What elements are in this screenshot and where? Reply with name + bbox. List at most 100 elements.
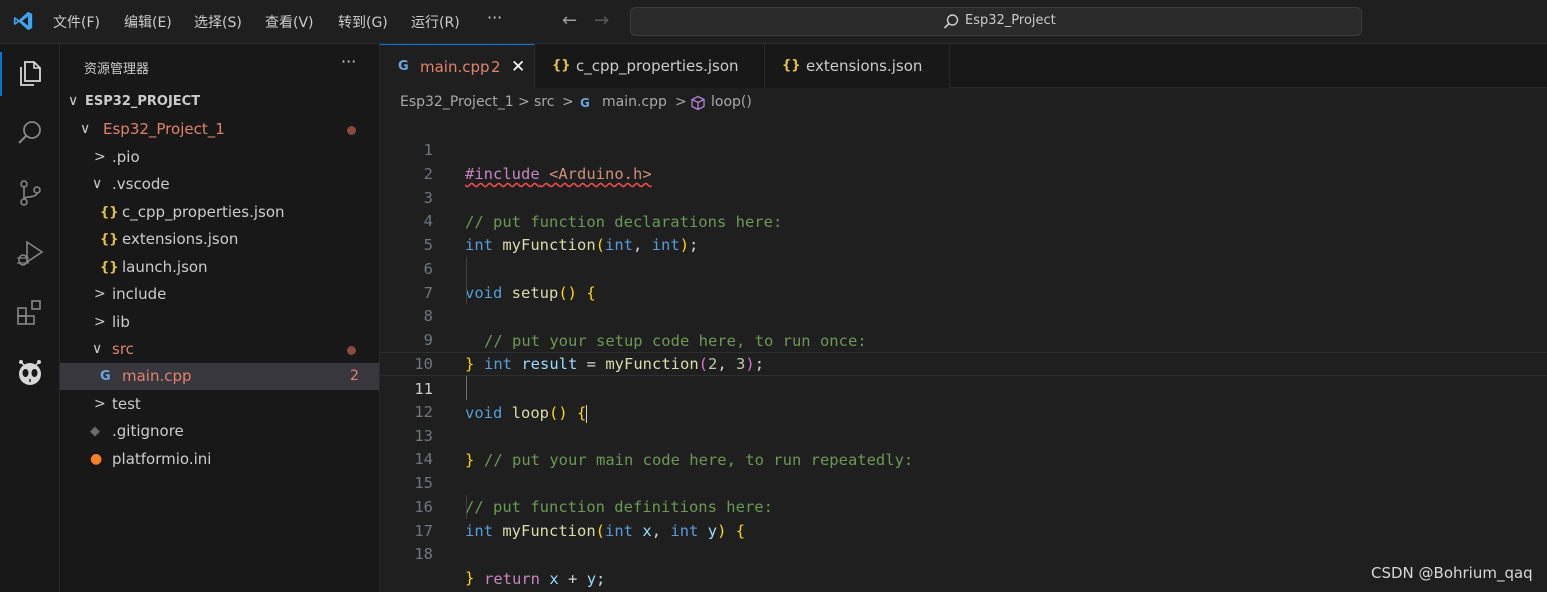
explorer-sidebar: 资源管理器 ··· ∨ ESP32_PROJECT ∨ Esp32_Projec… bbox=[60, 44, 380, 592]
line-number: 18 bbox=[414, 545, 433, 563]
sidebar-title: 资源管理器 bbox=[84, 62, 150, 77]
code-line-current: 11 void loop() { bbox=[380, 352, 1547, 423]
indent-guide bbox=[466, 495, 467, 519]
tree-item-lib[interactable]: > lib bbox=[60, 309, 379, 336]
cpp-file-icon: G bbox=[100, 369, 111, 384]
breadcrumb-item[interactable]: src bbox=[534, 94, 554, 110]
cpp-file-icon: G bbox=[580, 96, 590, 110]
breadcrumb-separator: > bbox=[562, 94, 574, 110]
tree-item-label: src bbox=[112, 340, 134, 358]
platformio-icon[interactable] bbox=[15, 358, 45, 388]
search-icon[interactable] bbox=[15, 118, 45, 148]
chevron-down-icon: ∨ bbox=[80, 121, 91, 137]
tab-main-cpp[interactable]: G main.cpp 2 ✕ bbox=[380, 44, 535, 88]
sidebar-more-button[interactable]: ··· bbox=[341, 52, 356, 71]
tree-item-label: platformio.ini bbox=[112, 450, 212, 468]
platformio-file-icon: ● bbox=[90, 451, 103, 467]
tab-label: main.cpp bbox=[420, 58, 490, 76]
explorer-icon[interactable] bbox=[15, 58, 45, 88]
editor-tab-bar: G main.cpp 2 ✕ {} c_cpp_properties.json … bbox=[380, 44, 1547, 88]
indent-guide bbox=[466, 376, 467, 400]
modified-dot bbox=[347, 126, 356, 135]
tree-item-extensions-json[interactable]: {} extensions.json bbox=[60, 226, 379, 253]
tree-item-label: .vscode bbox=[112, 175, 170, 193]
tree-item-src[interactable]: ∨ src bbox=[60, 336, 379, 363]
tree-item-label: launch.json bbox=[122, 258, 208, 276]
extensions-icon[interactable] bbox=[15, 298, 45, 328]
code-editor[interactable]: 1 #include <Arduino.h> 2 3 // put functi… bbox=[380, 114, 1547, 592]
method-cube-icon bbox=[691, 95, 705, 111]
menu-more-button[interactable]: ··· bbox=[487, 8, 502, 27]
vscode-logo-icon[interactable] bbox=[12, 10, 34, 32]
menu-edit[interactable]: 编辑(E) bbox=[124, 12, 172, 32]
code-line: 3 // put function declarations here: bbox=[380, 162, 1547, 231]
tree-item-label: test bbox=[112, 395, 141, 413]
watermark: CSDN @Bohrium_qaq bbox=[1371, 564, 1533, 582]
tab-extensions-json[interactable]: {} extensions.json bbox=[765, 44, 950, 88]
tab-c-cpp-properties[interactable]: {} c_cpp_properties.json bbox=[535, 44, 765, 88]
breadcrumb-separator: > bbox=[675, 94, 687, 110]
code-text: } bbox=[465, 569, 475, 587]
command-center-search[interactable]: Esp32_Project bbox=[630, 7, 1362, 36]
tree-item-gitignore[interactable]: ◆ .gitignore bbox=[60, 418, 379, 445]
tree-item-test[interactable]: > test bbox=[60, 391, 379, 418]
menu-run[interactable]: 运行(R) bbox=[411, 12, 460, 32]
breadcrumb-item[interactable]: loop() bbox=[711, 94, 752, 110]
menu-view[interactable]: 查看(V) bbox=[265, 12, 314, 32]
active-indicator bbox=[0, 52, 2, 96]
menu-selection[interactable]: 选择(S) bbox=[194, 12, 242, 32]
json-file-icon: {} bbox=[782, 58, 801, 73]
modified-dot bbox=[347, 346, 356, 355]
tree-item-vscode[interactable]: ∨ .vscode bbox=[60, 171, 379, 198]
code-token: x bbox=[549, 570, 559, 588]
breadcrumb-item[interactable]: main.cpp bbox=[602, 94, 667, 110]
code-line: 10 bbox=[380, 328, 1547, 373]
back-arrow-icon[interactable]: ← bbox=[562, 10, 577, 31]
tab-label: extensions.json bbox=[806, 57, 923, 75]
code-line: 4 int myFunction(int, int); bbox=[380, 185, 1547, 254]
code-line: 7 // put your setup code here, to run on… bbox=[380, 257, 1547, 350]
search-text: Esp32_Project bbox=[965, 13, 1056, 28]
chevron-down-icon: ∨ bbox=[92, 176, 103, 192]
json-file-icon: {} bbox=[100, 205, 119, 220]
tree-item-include[interactable]: > include bbox=[60, 281, 379, 308]
tree-item-platformio-ini[interactable]: ● platformio.ini bbox=[60, 446, 379, 473]
chevron-down-icon: ∨ bbox=[68, 93, 79, 109]
tab-problem-badge: 2 bbox=[491, 58, 501, 76]
tab-label: c_cpp_properties.json bbox=[576, 57, 739, 75]
tree-item-pio[interactable]: > .pio bbox=[60, 144, 379, 171]
git-file-icon: ◆ bbox=[90, 424, 100, 439]
tree-item-main-cpp[interactable]: G main.cpp 2 bbox=[60, 363, 379, 390]
code-line: 14 bbox=[380, 423, 1547, 468]
code-line: 16 int myFunction(int x, int y) { bbox=[380, 471, 1547, 540]
indent-guide bbox=[466, 257, 467, 281]
tree-item-root[interactable]: ∨ ESP32_PROJECT bbox=[60, 88, 379, 115]
search-icon bbox=[943, 14, 959, 29]
close-icon[interactable]: ✕ bbox=[511, 45, 525, 89]
forward-arrow-icon[interactable]: → bbox=[594, 10, 609, 31]
tree-item-esp32-project-1[interactable]: ∨ Esp32_Project_1 bbox=[60, 116, 379, 143]
tree-item-label: c_cpp_properties.json bbox=[122, 203, 285, 221]
title-bar: 文件(F) 编辑(E) 选择(S) 查看(V) 转到(G) 运行(R) ··· … bbox=[0, 0, 1547, 44]
breadcrumb-item[interactable]: Esp32_Project_1 bbox=[400, 94, 514, 110]
tree-item-label: lib bbox=[112, 313, 130, 331]
tree-item-c-cpp-properties[interactable]: {} c_cpp_properties.json bbox=[60, 199, 379, 226]
code-line: 12 // put your main code here, to run re… bbox=[380, 376, 1547, 469]
code-line: 5 bbox=[380, 209, 1547, 254]
code-token: y bbox=[586, 570, 597, 588]
source-control-icon[interactable] bbox=[15, 178, 45, 208]
code-line: 1 #include <Arduino.h> bbox=[380, 114, 1547, 183]
code-token: return bbox=[484, 570, 540, 588]
run-debug-icon[interactable] bbox=[15, 238, 45, 268]
code-line: 6 void setup() { bbox=[380, 233, 1547, 302]
tree-item-launch-json[interactable]: {} launch.json bbox=[60, 254, 379, 281]
menu-file[interactable]: 文件(F) bbox=[53, 12, 100, 32]
indent-guide bbox=[466, 280, 467, 304]
problem-count-badge: 2 bbox=[350, 368, 359, 384]
json-file-icon: {} bbox=[100, 232, 119, 247]
activity-bar bbox=[0, 44, 60, 592]
tree-item-label: include bbox=[112, 285, 167, 303]
chevron-right-icon: > bbox=[94, 396, 106, 412]
menu-go[interactable]: 转到(G) bbox=[338, 12, 388, 32]
json-file-icon: {} bbox=[552, 58, 571, 73]
